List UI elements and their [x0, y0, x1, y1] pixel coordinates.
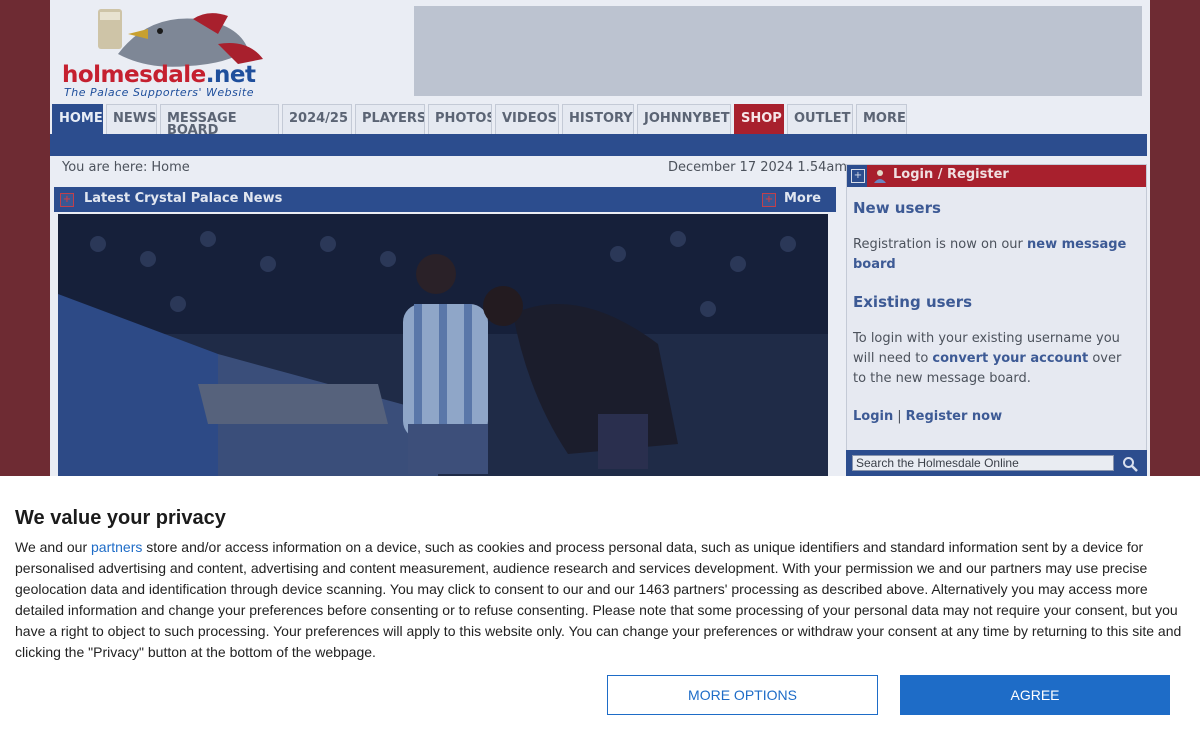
search-input[interactable]: [852, 455, 1114, 471]
link-separator: |: [897, 409, 902, 424]
expand-box-icon[interactable]: +: [60, 193, 74, 207]
tab-history[interactable]: HISTORY: [562, 104, 634, 134]
existing-users-heading: Existing users: [853, 293, 973, 311]
more-options-button[interactable]: MORE OPTIONS: [607, 675, 878, 715]
login-sidebar: + Login / Register New users Registratio…: [846, 164, 1147, 454]
news-header: + Latest Crystal Palace News + More: [54, 187, 836, 212]
privacy-consent-dialog: We value your privacy We and our partner…: [0, 476, 1200, 740]
tab-more[interactable]: MORE: [856, 104, 907, 134]
tab-shop[interactable]: SHOP: [734, 104, 784, 134]
site-name-suffix: .net: [205, 62, 256, 88]
new-users-body: Registration is now on our: [853, 237, 1023, 252]
tab-players[interactable]: PLAYERS: [355, 104, 425, 134]
site-name: holmesdale.net: [62, 62, 256, 88]
convert-account-link[interactable]: convert your account: [932, 351, 1088, 366]
news-title[interactable]: Latest Crystal Palace News: [84, 191, 282, 206]
consent-heading: We value your privacy: [15, 507, 226, 529]
consent-text: We and our partners store and/or access …: [15, 537, 1187, 663]
tab-johnnybet[interactable]: JOHNNYBET: [637, 104, 731, 134]
main-nav: HOME NEWS MESSAGE BOARD 2024/25 PLAYERS …: [52, 104, 907, 134]
tab-outlet[interactable]: OUTLET: [787, 104, 853, 134]
login-register-link[interactable]: Login / Register: [893, 167, 1009, 182]
search-icon[interactable]: [1122, 456, 1138, 472]
new-users-heading: New users: [853, 199, 941, 217]
tab-news[interactable]: NEWS: [106, 104, 157, 134]
header: holmesdale.net The Palace Supporters' We…: [50, 0, 1150, 104]
site-logo[interactable]: holmesdale.net The Palace Supporters' We…: [58, 4, 298, 100]
breadcrumb-current[interactable]: Home: [151, 160, 189, 175]
news-more-link[interactable]: More: [784, 191, 821, 206]
news-photo[interactable]: [58, 214, 828, 484]
expand-box-icon[interactable]: +: [851, 169, 865, 183]
login-header: + Login / Register: [847, 165, 1146, 187]
login-link[interactable]: Login: [853, 409, 893, 424]
partners-link[interactable]: partners: [91, 539, 142, 555]
nav-underbar: [50, 134, 1147, 156]
tab-photos[interactable]: PHOTOS: [428, 104, 492, 134]
tab-videos[interactable]: VIDEOS: [495, 104, 559, 134]
tab-2024-25[interactable]: 2024/25: [282, 104, 352, 134]
ad-banner[interactable]: [414, 6, 1142, 96]
auth-links: Login | Register now: [853, 409, 1002, 424]
consent-text-body: store and/or access information on a dev…: [15, 539, 1182, 660]
breadcrumb-prefix: You are here:: [62, 160, 148, 175]
user-icon: [874, 170, 886, 183]
current-date: December 17 2024 1.54am: [668, 160, 848, 175]
site-search: [846, 450, 1147, 478]
new-users-text: Registration is now on our new message b…: [853, 235, 1133, 275]
existing-users-text: To login with your existing username you…: [853, 329, 1133, 389]
tab-message-board[interactable]: MESSAGE BOARD: [160, 104, 279, 134]
site-tagline: The Palace Supporters' Website: [64, 86, 254, 99]
agree-button[interactable]: AGREE: [900, 675, 1170, 715]
more-box-icon[interactable]: +: [762, 193, 776, 207]
register-link[interactable]: Register now: [906, 409, 1003, 424]
breadcrumb: You are here: Home: [62, 160, 190, 175]
consent-text-intro: We and our: [15, 539, 88, 555]
tab-home[interactable]: HOME: [52, 104, 103, 134]
site-name-main: holmesdale: [62, 62, 206, 88]
news-photo-image: [58, 214, 828, 484]
